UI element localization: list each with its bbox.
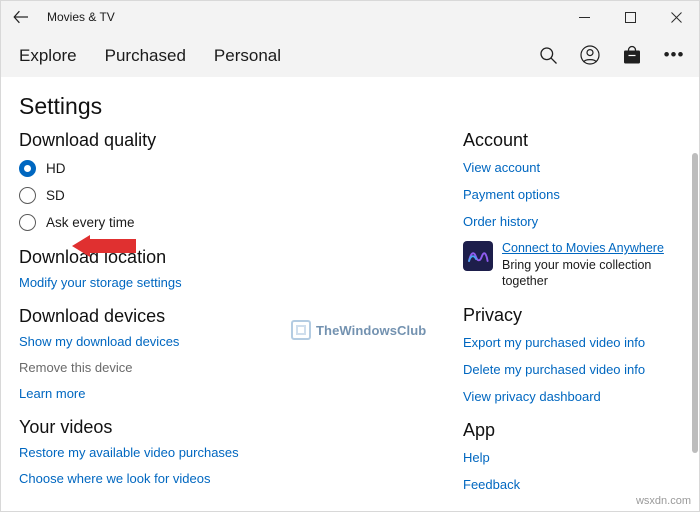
watermark-badge-icon (291, 320, 311, 340)
tab-purchased[interactable]: Purchased (105, 47, 186, 64)
account-section: Account View account Payment options Ord… (463, 130, 681, 289)
link-delete-purchased-video-info[interactable]: Delete my purchased video info (463, 362, 681, 377)
movies-anywhere-icon (468, 252, 489, 262)
radio-option-ask-every-time[interactable]: Ask every time (19, 214, 431, 231)
radio-hd-indicator[interactable] (19, 160, 36, 177)
movies-anywhere-card[interactable]: Connect to Movies Anywhere Bring your mo… (463, 241, 681, 289)
link-choose-where-we-look-for-videos[interactable]: Choose where we look for videos (19, 471, 431, 486)
link-modify-storage-settings[interactable]: Modify your storage settings (19, 275, 431, 290)
window-title: Movies & TV (47, 10, 115, 24)
nav-tabs: Explore Purchased Personal (19, 47, 281, 64)
radio-option-hd[interactable]: HD (19, 160, 431, 177)
shopping-bag-icon (624, 45, 640, 64)
movies-anywhere-text: Connect to Movies Anywhere Bring your mo… (502, 241, 681, 289)
back-button[interactable] (1, 1, 41, 33)
settings-content: Settings Download quality HD SD Ask ever… (1, 77, 699, 511)
minimize-button[interactable] (561, 1, 607, 33)
radio-sd-label: SD (46, 188, 65, 203)
page-title: Settings (19, 93, 103, 119)
app-section: App Help Feedback (463, 420, 681, 492)
link-view-privacy-dashboard[interactable]: View privacy dashboard (463, 389, 681, 404)
link-order-history[interactable]: Order history (463, 214, 681, 229)
maximize-icon (624, 11, 636, 23)
radio-ask-label: Ask every time (46, 215, 135, 230)
more-options-button[interactable]: ••• (663, 44, 685, 66)
link-feedback[interactable]: Feedback (463, 477, 681, 492)
title-bar: Movies & TV (1, 1, 699, 33)
close-button[interactable] (653, 1, 699, 33)
radio-option-sd[interactable]: SD (19, 187, 431, 204)
download-quality-heading: Download quality (19, 130, 157, 150)
navigation-bar: Explore Purchased Personal ••• (1, 33, 699, 77)
your-videos-section: Your videos Restore my available video p… (19, 417, 431, 486)
search-button[interactable] (537, 44, 559, 66)
watermark-text: TheWindowsClub (316, 322, 427, 338)
text-remove-this-device: Remove this device (19, 360, 133, 375)
radio-ask-indicator[interactable] (19, 214, 36, 231)
link-help[interactable]: Help (463, 450, 681, 465)
download-quality-section: Download quality HD SD Ask every time (19, 130, 431, 231)
download-location-section: Download location Modify your storage se… (19, 247, 431, 290)
close-icon (670, 11, 682, 23)
movies-and-tv-window: Movies & TV Explore Purchased Personal •… (0, 0, 700, 512)
tab-personal[interactable]: Personal (214, 47, 281, 64)
window-controls (561, 1, 699, 33)
corner-watermark: wsxdn.com (635, 495, 691, 507)
download-location-heading: Download location (19, 247, 167, 267)
radio-sd-indicator[interactable] (19, 187, 36, 204)
movies-anywhere-logo (463, 241, 493, 271)
account-heading: Account (463, 130, 529, 150)
shopping-bag-button[interactable] (621, 44, 643, 66)
account-icon (580, 45, 600, 65)
link-payment-options[interactable]: Payment options (463, 187, 681, 202)
vertical-scrollbar-thumb[interactable] (692, 153, 698, 453)
privacy-section: Privacy Export my purchased video info D… (463, 305, 681, 404)
app-heading: App (463, 420, 496, 441)
minimize-icon (578, 16, 590, 18)
movies-anywhere-subtitle: Bring your movie collection together (502, 257, 652, 288)
account-button[interactable] (579, 44, 601, 66)
your-videos-heading: Your videos (19, 417, 113, 437)
link-learn-more[interactable]: Learn more (19, 386, 431, 401)
link-restore-video-purchases[interactable]: Restore my available video purchases (19, 445, 431, 460)
radio-hd-label: HD (46, 161, 66, 176)
maximize-button[interactable] (607, 1, 653, 33)
link-view-account[interactable]: View account (463, 160, 681, 175)
search-icon (539, 46, 557, 64)
back-arrow-icon (13, 10, 28, 24)
settings-columns: Download quality HD SD Ask every time Do… (1, 120, 699, 508)
link-export-purchased-video-info[interactable]: Export my purchased video info (463, 335, 681, 350)
nav-actions: ••• (537, 33, 685, 77)
right-column: Account View account Payment options Ord… (431, 130, 681, 508)
privacy-heading: Privacy (463, 305, 523, 326)
site-watermark: TheWindowsClub (291, 320, 426, 340)
link-connect-to-movies-anywhere[interactable]: Connect to Movies Anywhere (502, 241, 681, 257)
tab-explore[interactable]: Explore (19, 47, 77, 64)
